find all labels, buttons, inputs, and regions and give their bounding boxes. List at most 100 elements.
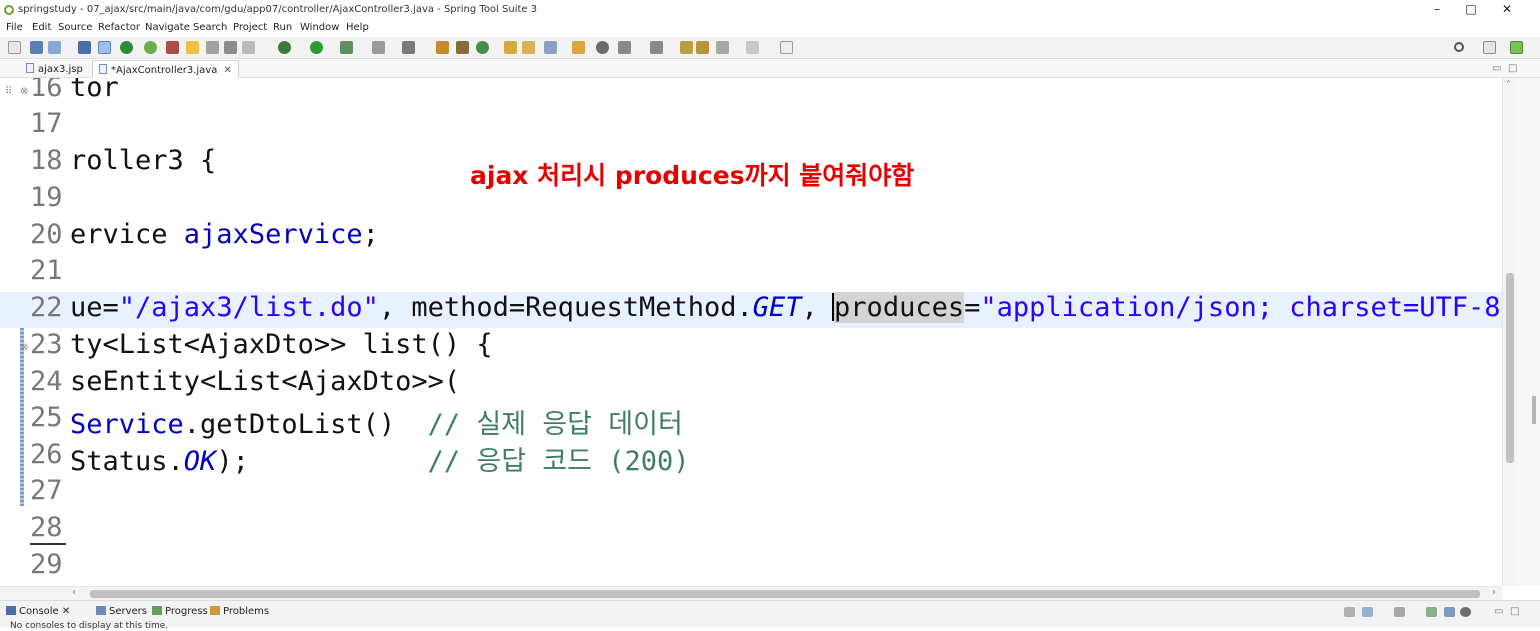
last-edit-icon[interactable] <box>680 41 693 54</box>
tab-ajaxcontroller3-java[interactable]: *AjaxController3.java ✕ <box>92 60 239 78</box>
minimize-panel-icon[interactable]: ▭ <box>1494 606 1503 617</box>
pin-console-icon[interactable] <box>1344 607 1355 617</box>
code-line: 21 <box>0 255 1502 291</box>
task-icon[interactable] <box>596 41 609 54</box>
horizontal-scroll-thumb[interactable] <box>90 590 1480 598</box>
new-package-icon[interactable] <box>436 41 449 54</box>
save-all-icon[interactable] <box>48 41 61 54</box>
line-number: 18 <box>30 145 63 176</box>
run-icon[interactable] <box>310 41 323 54</box>
menu-window[interactable]: Window <box>300 22 339 33</box>
open-console-icon[interactable] <box>1394 607 1405 617</box>
next-annotation-icon[interactable] <box>618 41 631 54</box>
line-number: 22 <box>30 292 63 323</box>
back-icon[interactable] <box>716 41 729 54</box>
maximize-button[interactable]: □ <box>1456 2 1486 16</box>
title-bar: springstudy - 07_ajax/src/main/java/com/… <box>0 0 1540 20</box>
tab-problems[interactable]: Problems <box>210 606 269 617</box>
menu-refactor[interactable]: Refactor <box>98 22 140 33</box>
code-editor[interactable]: ⠿ ⊗ ⊗ 16 tor 17 18 roller3 { 19 20 ervic… <box>0 78 1502 586</box>
tab-label: Servers <box>109 606 148 617</box>
vertical-scrollbar[interactable]: ˄ <box>1502 78 1516 586</box>
new-class-icon[interactable] <box>456 41 469 54</box>
tab-ajax3-jsp[interactable]: ajax3.jsp <box>20 60 89 78</box>
close-window-button[interactable]: ✕ <box>1492 2 1522 16</box>
editor-tab-bar: ajax3.jsp *AjaxController3.java ✕ ▭ □ <box>0 60 1540 78</box>
maximize-editor-icon[interactable]: □ <box>1508 63 1517 74</box>
toggle-breadcrumb-icon[interactable] <box>206 41 219 54</box>
block-select-icon[interactable] <box>224 41 237 54</box>
scroll-right-icon[interactable]: › <box>1492 587 1496 598</box>
search-tool-icon[interactable] <box>544 41 557 54</box>
open-resource-icon[interactable] <box>572 41 585 54</box>
open-perspective-icon[interactable] <box>1483 41 1496 54</box>
enum-constant: GET <box>752 292 802 323</box>
debug-icon[interactable] <box>278 41 291 54</box>
open-console-icon[interactable] <box>402 41 415 54</box>
minimize-editor-icon[interactable]: ▭ <box>1492 63 1501 74</box>
string-literal: "application/json; charset=UTF-8" <box>980 292 1502 323</box>
menu-help[interactable]: Help <box>346 22 369 33</box>
line-code: roller3 { <box>70 145 216 176</box>
code-line: 24 seEntity<List<AjaxDto>>( <box>0 366 1502 402</box>
tab-servers[interactable]: Servers <box>96 606 147 617</box>
new-icon[interactable] <box>8 41 21 54</box>
spring-icon[interactable] <box>166 41 179 54</box>
previous-annotation-icon[interactable] <box>650 41 663 54</box>
console-view-icon[interactable] <box>1444 607 1455 617</box>
code-text: , <box>801 292 835 323</box>
java-perspective-icon[interactable] <box>1510 41 1523 54</box>
vertical-scroll-thumb[interactable] <box>1506 273 1514 463</box>
menu-source[interactable]: Source <box>58 22 92 33</box>
enum-constant: OK <box>183 446 217 477</box>
start-server-icon[interactable] <box>120 41 133 54</box>
close-tab-icon[interactable]: ✕ <box>62 606 70 617</box>
line-number: 27 <box>30 475 63 506</box>
tab-progress[interactable]: Progress <box>152 606 208 617</box>
console-settings-icon[interactable] <box>1460 607 1471 617</box>
save-icon[interactable] <box>30 41 43 54</box>
code-comment: // 응답 코드 (200) <box>427 446 690 477</box>
tab-console[interactable]: Console ✕ <box>6 606 70 617</box>
pin-editor-icon[interactable] <box>696 41 709 54</box>
new-spring-icon[interactable] <box>476 41 489 54</box>
line-number: 19 <box>30 182 63 213</box>
display-console-icon[interactable] <box>1362 607 1373 617</box>
open-project-icon[interactable] <box>522 41 535 54</box>
line-number: 21 <box>30 255 63 286</box>
menu-project[interactable]: Project <box>233 22 267 33</box>
maximize-panel-icon[interactable]: □ <box>1510 606 1519 617</box>
code-line: 25 Service.getDtoList() // 실제 응답 데이터 <box>0 402 1502 440</box>
menu-navigate[interactable]: Navigate <box>145 22 190 33</box>
menu-run[interactable]: Run <box>273 22 292 33</box>
code-line: 23 ty<List<AjaxDto>> list() { <box>0 329 1502 365</box>
open-type-icon[interactable] <box>78 41 91 54</box>
code-text: Status. <box>70 446 184 477</box>
string-literal: "/ajax3/list.do" <box>118 292 379 323</box>
line-number: 16 <box>30 78 63 103</box>
tab-label: ajax3.jsp <box>38 64 83 75</box>
horizontal-scrollbar[interactable]: ‹ › <box>0 586 1502 600</box>
external-tools-icon[interactable] <box>340 41 353 54</box>
refresh-icon[interactable] <box>144 41 157 54</box>
scroll-left-icon[interactable]: ‹ <box>72 587 76 598</box>
menu-search[interactable]: Search <box>193 22 227 33</box>
menu-file[interactable]: File <box>6 22 23 33</box>
code-text: ; <box>362 219 379 250</box>
coverage-icon[interactable] <box>372 41 385 54</box>
menu-edit[interactable]: Edit <box>32 22 51 33</box>
minimize-button[interactable]: – <box>1422 2 1452 16</box>
close-tab-icon[interactable]: ✕ <box>223 65 231 76</box>
new-console-icon[interactable] <box>1426 607 1437 617</box>
field-name: ajaxService <box>183 219 363 250</box>
pin-icon[interactable] <box>780 41 793 54</box>
jsp-file-icon <box>26 63 34 73</box>
forward-icon[interactable] <box>746 41 759 54</box>
toggle-mark-icon[interactable] <box>98 41 111 54</box>
search-icon[interactable] <box>1454 42 1464 52</box>
line-code: seEntity<List<AjaxDto>>( <box>70 366 460 397</box>
highlight-icon[interactable] <box>186 41 199 54</box>
show-whitespace-icon[interactable] <box>242 41 255 54</box>
open-folder-icon[interactable] <box>504 41 517 54</box>
scroll-up-icon[interactable]: ˄ <box>1506 80 1511 91</box>
